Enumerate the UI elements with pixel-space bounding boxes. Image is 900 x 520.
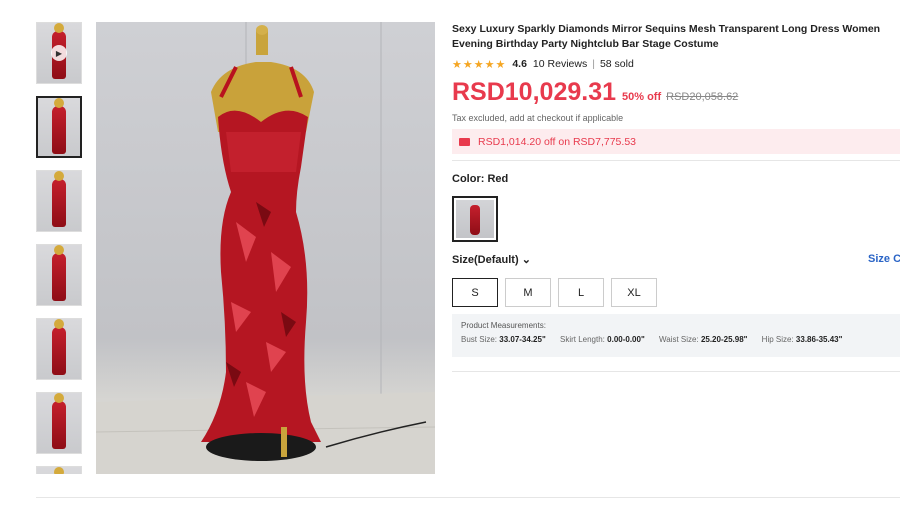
size-option-m[interactable]: M: [505, 278, 551, 307]
play-icon: ▶: [51, 45, 67, 61]
swatch-image: [456, 200, 494, 238]
discount-badge: 50% off: [622, 91, 662, 103]
size-option-l[interactable]: L: [558, 278, 604, 307]
divider: [452, 160, 900, 161]
size-selector-label[interactable]: Size(Default) ⌄: [452, 253, 531, 266]
measurements-heading: Product Measurements:: [461, 321, 546, 330]
thumbnail-3[interactable]: [36, 170, 82, 232]
thumbnail-7[interactable]: [36, 466, 82, 474]
hip-label: Hip Size:: [761, 335, 794, 344]
coupon-icon: [459, 137, 470, 146]
price-row: RSD10,029.31 50% off RSD20,058.62: [452, 78, 900, 110]
coupon-text: RSD1,014.20 off on RSD7,775.53: [478, 135, 636, 148]
chevron-down-icon: ⌄: [521, 254, 531, 266]
thumbnail-image: [52, 171, 66, 227]
hip-value: 33.86-35.43": [795, 335, 843, 344]
current-price: RSD10,029.31: [452, 78, 617, 106]
size-options: S M L XL: [452, 278, 664, 307]
sold-count: 58 sold: [599, 58, 634, 70]
size-option-s[interactable]: S: [452, 278, 498, 307]
skirt-value: 0.00-0.00": [607, 335, 645, 344]
thumbnail-5[interactable]: [36, 318, 82, 380]
divider: [452, 371, 900, 372]
tax-note: Tax excluded, add at checkout if applica…: [452, 113, 624, 123]
original-price: RSD20,058.62: [666, 91, 739, 103]
color-swatch-red[interactable]: [452, 196, 498, 242]
product-measurements: Product Measurements: Bust Size: 33.07-3…: [452, 314, 900, 357]
thumbnail-video[interactable]: ▶: [36, 22, 82, 84]
thumbnail-strip: ▶: [36, 22, 84, 474]
thumbnail-6[interactable]: [36, 392, 82, 454]
thumbnail-4[interactable]: [36, 244, 82, 306]
main-product-image[interactable]: [96, 22, 435, 474]
thumbnail-image: [52, 245, 66, 301]
swatch-dress: [470, 205, 480, 235]
measurements-row: Bust Size: 33.07-34.25" Skirt Length: 0.…: [461, 335, 891, 344]
size-chart-link[interactable]: Size C: [868, 253, 900, 265]
color-label: Color: Red: [452, 173, 509, 185]
page-divider: [36, 497, 900, 498]
product-info: Sexy Luxury Sparkly Diamonds Mirror Sequ…: [452, 22, 900, 154]
bust-label: Bust Size:: [461, 335, 498, 344]
coupon-banner[interactable]: RSD1,014.20 off on RSD7,775.53: [452, 129, 900, 154]
star-icons: ★★★★★: [452, 58, 507, 71]
waist-value: 25.20-25.98": [700, 335, 748, 344]
size-option-xl[interactable]: XL: [611, 278, 657, 307]
dress-illustration: [96, 22, 435, 474]
separator: |: [592, 58, 595, 70]
skirt-label: Skirt Length:: [559, 335, 605, 344]
product-title: Sexy Luxury Sparkly Diamonds Mirror Sequ…: [452, 23, 881, 50]
thumbnail-image: [52, 319, 66, 375]
bust-value: 33.07-34.25": [499, 335, 546, 344]
rating-row: ★★★★★ 4.6 10 Reviews | 58 sold: [452, 56, 900, 72]
rating-value: 4.6: [512, 58, 527, 70]
thumbnail-2[interactable]: [36, 96, 82, 158]
size-label-text: Size(Default): [452, 254, 519, 266]
reviews-link[interactable]: 10 Reviews: [533, 58, 587, 70]
waist-label: Waist Size:: [658, 335, 699, 344]
thumbnail-image: [52, 98, 66, 154]
thumbnail-image: [52, 393, 66, 449]
